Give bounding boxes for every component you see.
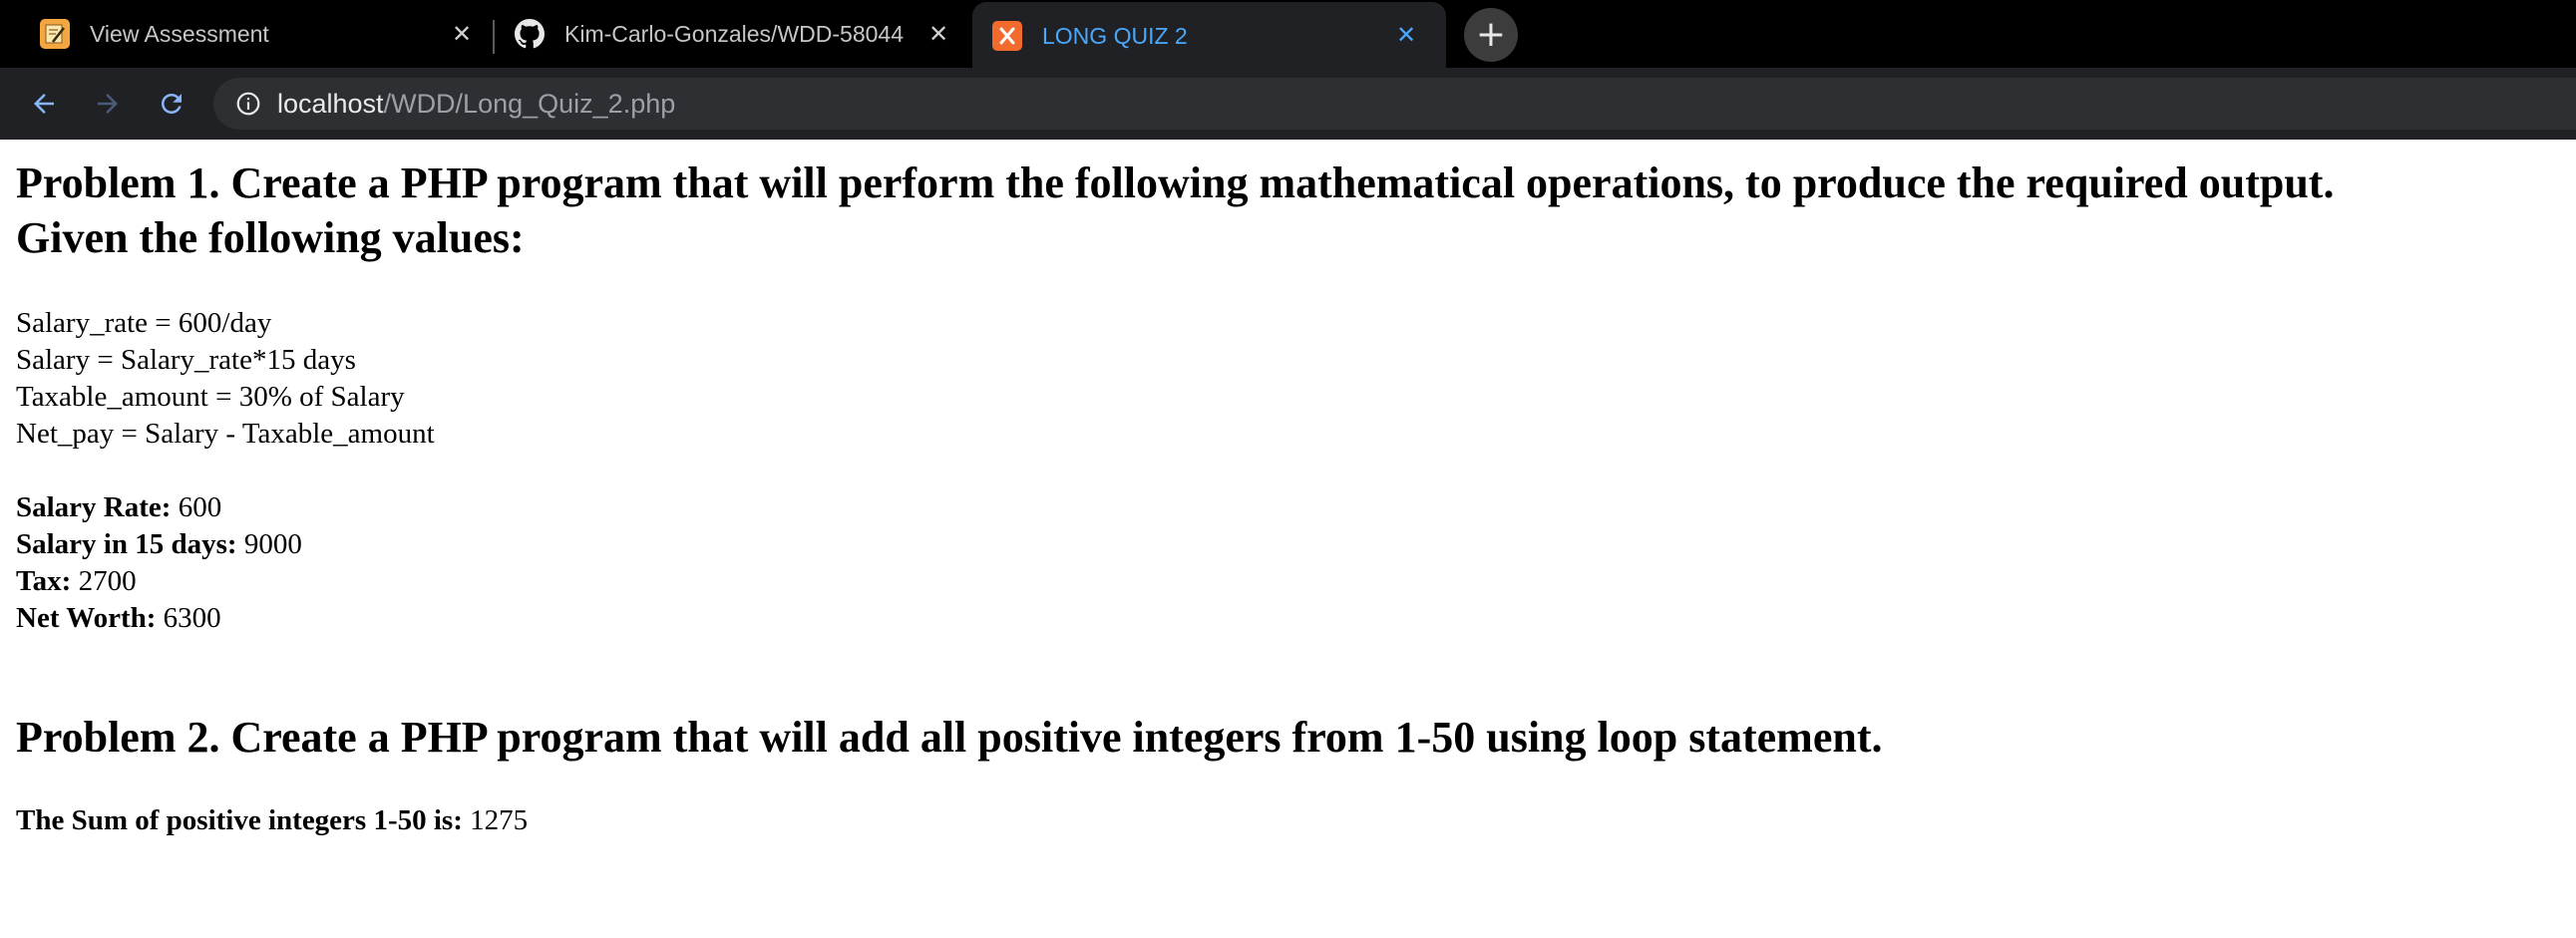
reload-icon	[162, 94, 182, 114]
github-icon	[515, 19, 545, 49]
given-value: Taxable_amount = 30% of Salary	[16, 381, 405, 413]
result-label: Net Worth:	[16, 602, 157, 634]
arrow-right-icon	[98, 94, 118, 114]
close-tab-icon[interactable]: ✕	[923, 19, 953, 49]
tab-view-assessment[interactable]: View Assessment ✕	[20, 4, 489, 64]
given-value: Salary = Salary_rate*15 days	[16, 344, 356, 376]
result-salary-15-days: Salary in 15 days: 9000	[16, 526, 302, 563]
tab-title: LONG QUIZ 2	[1042, 22, 1188, 49]
tab-long-quiz-2[interactable]: LONG QUIZ 2 ✕	[972, 2, 1446, 70]
tab-title: Kim-Carlo-Gonzales/WDD-58044	[564, 20, 904, 47]
arrow-left-icon	[34, 94, 54, 114]
given-value: Net_pay = Salary - Taxable_amount	[16, 418, 435, 450]
close-tab-icon[interactable]: ✕	[1391, 20, 1421, 50]
close-tab-icon[interactable]: ✕	[447, 19, 477, 49]
url-text: localhost/WDD/Long_Quiz_2.php	[277, 89, 675, 120]
result-label: Tax:	[16, 565, 72, 597]
tab-title: View Assessment	[90, 20, 269, 47]
address-bar[interactable]: localhost/WDD/Long_Quiz_2.php	[213, 78, 2576, 130]
tab-divider	[493, 20, 495, 54]
given-value: Salary_rate = 600/day	[16, 307, 272, 339]
page-content: Problem 1. Create a PHP program that wil…	[0, 140, 2576, 938]
result-sum: The Sum of positive integers 1-50 is: 12…	[16, 802, 528, 839]
result-label: Salary Rate:	[16, 491, 172, 523]
new-tab-button[interactable]: +	[1464, 8, 1518, 62]
problem2-heading: Problem 2. Create a PHP program that wil…	[16, 713, 1883, 762]
problem1-heading: Problem 1. Create a PHP program that wil…	[16, 158, 2335, 207]
plus-icon: +	[1475, 14, 1507, 55]
forward-button[interactable]	[86, 82, 130, 126]
result-value: 2700	[71, 565, 137, 597]
problem1-heading-line2: Given the following values:	[16, 213, 525, 262]
result-salary-rate: Salary Rate: 600	[16, 489, 221, 526]
reload-button[interactable]	[150, 82, 193, 126]
info-icon[interactable]	[235, 91, 261, 117]
tab-bar: View Assessment ✕ Kim-Carlo-Gonzales/WDD…	[0, 0, 2576, 70]
result-label: Salary in 15 days:	[16, 528, 237, 560]
result-value: 1275	[462, 804, 529, 836]
result-value: 9000	[236, 528, 302, 560]
url-host: localhost	[277, 88, 384, 119]
xampp-icon	[992, 21, 1022, 51]
result-net-worth: Net Worth: 6300	[16, 600, 221, 637]
toolbar: localhost/WDD/Long_Quiz_2.php	[0, 68, 2576, 140]
result-value: 600	[171, 491, 222, 523]
tab-github[interactable]: Kim-Carlo-Gonzales/WDD-58044 ✕	[499, 4, 967, 64]
back-button[interactable]	[22, 82, 66, 126]
pencil-note-icon	[40, 19, 70, 49]
result-tax: Tax: 2700	[16, 563, 137, 600]
url-path: /WDD/Long_Quiz_2.php	[383, 88, 676, 119]
result-label: The Sum of positive integers 1-50 is:	[16, 804, 463, 836]
result-value: 6300	[156, 602, 221, 634]
